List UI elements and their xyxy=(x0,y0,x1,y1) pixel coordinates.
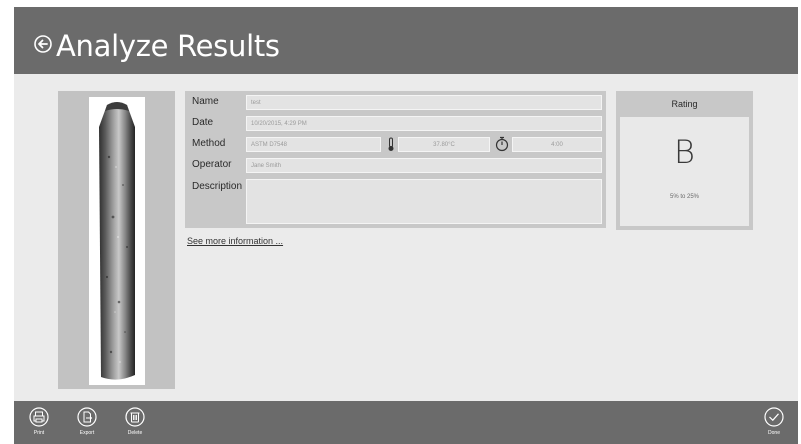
see-more-link[interactable]: See more information ... xyxy=(187,236,283,246)
rating-body: B 5% to 25% xyxy=(620,117,749,226)
temperature-field[interactable]: 37.80°C xyxy=(398,137,490,152)
print-label: Print xyxy=(33,430,45,436)
method-field[interactable]: ASTM D7548 xyxy=(246,137,381,152)
rating-range: 5% to 25% xyxy=(669,194,700,200)
delete-button[interactable]: Delete xyxy=(120,407,150,436)
description-field[interactable] xyxy=(246,179,602,224)
stopwatch-icon xyxy=(495,136,509,152)
trash-icon xyxy=(125,407,145,427)
export-icon xyxy=(77,407,97,427)
specimen-image-panel xyxy=(58,91,175,389)
printer-icon xyxy=(29,407,49,427)
method-label: Method xyxy=(192,138,226,149)
export-button[interactable]: Export xyxy=(72,407,102,436)
done-button[interactable]: Done xyxy=(759,407,789,436)
details-panel: Name test Date 10/20/2015, 4:29 PM Metho… xyxy=(185,91,606,228)
rating-grade: B xyxy=(674,133,695,171)
back-arrow-circle-icon[interactable] xyxy=(34,35,52,53)
delete-label: Delete xyxy=(127,430,143,436)
date-label: Date xyxy=(192,117,214,128)
checkmark-icon xyxy=(764,407,784,427)
duration-field[interactable]: 4:00 xyxy=(512,137,602,152)
rating-panel: Rating B 5% to 25% xyxy=(616,91,753,230)
specimen-image xyxy=(89,97,145,385)
operator-label: Operator xyxy=(192,159,232,170)
name-label: Name xyxy=(192,96,219,107)
rating-label: Rating xyxy=(671,99,698,109)
page-title: Analyze Results xyxy=(56,29,280,63)
header-bar: Analyze Results xyxy=(14,7,798,74)
thermometer-icon xyxy=(388,137,394,151)
operator-field[interactable]: Jane Smith xyxy=(246,158,602,173)
name-field[interactable]: test xyxy=(246,95,602,110)
description-label: Description xyxy=(192,181,243,192)
app-window: Analyze Results Name test Date 10/20/201… xyxy=(14,7,798,444)
print-button[interactable]: Print xyxy=(24,407,54,436)
date-field[interactable]: 10/20/2015, 4:29 PM xyxy=(246,116,602,131)
done-label: Done xyxy=(768,430,780,436)
export-label: Export xyxy=(79,430,95,436)
bottom-app-bar: Print Export Delete Done xyxy=(14,401,798,444)
